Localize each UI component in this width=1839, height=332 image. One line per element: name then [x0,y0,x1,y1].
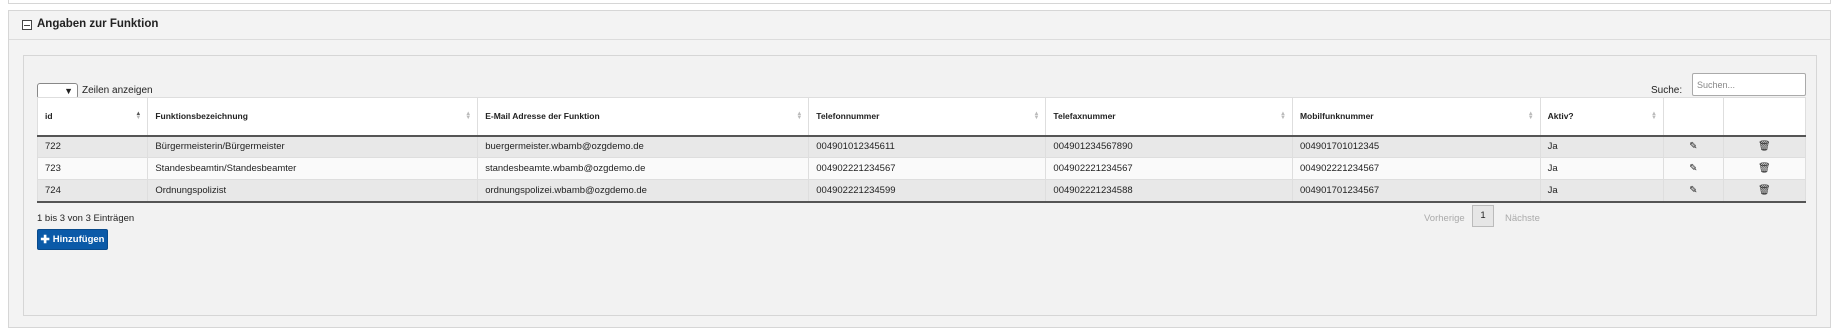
sort-icon: ▲ ▼ [1527,111,1534,121]
table-info: 1 bis 3 von 3 Einträgen [37,213,135,224]
previous-panel-edge [8,0,1831,4]
column-header-telefax[interactable]: Telefaxnummer ▲ ▼ [1045,97,1293,137]
column-header-telefon[interactable]: Telefonnummer ▲ ▼ [808,97,1047,137]
sort-icon: ▲ ▼ [1650,111,1657,121]
trash-icon[interactable]: 🗑 [1722,179,1807,203]
cell-funktion: Ordnungspolizist [147,179,479,203]
search-label: Suche: [1651,85,1683,96]
column-header-email[interactable]: E-Mail Adresse der Funktion ▲ ▼ [477,97,810,137]
sort-icon: ▲ ▼ [1033,111,1040,121]
cell-funktion: Bürgermeisterin/Bürgermeister [147,135,479,158]
sort-icon: ▲ ▼ [796,111,803,121]
column-header-label: Mobilfunknummer [1299,111,1374,122]
cell-mobil: 004901701234567 [1291,179,1541,203]
cell-email: buergermeister.wbamb@ozgdemo.de [477,135,810,158]
column-header-edit [1662,97,1724,137]
cell-telefax: 00490123456789​0 [1045,135,1293,158]
cell-telefon: 004901012345611 [808,135,1047,158]
cell-aktiv: Ja [1539,179,1664,203]
cell-telefax: 004902221234588 [1045,179,1293,203]
pencil-icon[interactable]: ✎ [1662,135,1724,158]
plus-icon: ✚ [40,234,50,246]
cell-telefon: 00490222123456​7 [808,157,1047,180]
function-table: id ▲ ▼ Funktionsbezeichnung ▲ ▼ E-Mail Adres… [36,97,1807,203]
sort-icon: ▲ ▼ [135,111,142,121]
pagination-next[interactable]: Nächste [1505,213,1540,224]
cell-id: 722 [36,135,149,158]
column-header-label: Aktiv? [1547,111,1574,122]
column-header-label: Telefaxnummer [1053,111,1116,122]
pencil-icon[interactable]: ✎ [1662,157,1724,180]
cell-id: 724 [36,179,149,203]
cell-telefon: 004902221234599 [808,179,1047,203]
column-header-label: Funktionsbezeichnung [155,111,248,122]
table-row[interactable]: 722 Bürgermeisterin/Bürgermeister buerge… [36,135,1807,158]
pagination-previous[interactable]: Vorherige [1424,213,1465,224]
column-header-funktion[interactable]: Funktionsbezeichnung ▲ ▼ [147,97,479,137]
sort-icon: ▲ ▼ [1279,111,1286,121]
panel-header[interactable]: Angaben zur Funktion [9,11,1830,40]
cell-email: standesbeamte.wbamb@ozgdemo.de [477,157,810,180]
column-header-delete [1722,97,1807,137]
column-header-label: Telefonnummer [816,111,880,122]
cell-mobil: 004902221234567 [1291,157,1541,180]
table-wrapper: ▼ Zeilen anzeigen Suche: id ▲▼ Funktionsb… [23,55,1817,316]
cell-aktiv: Ja [1539,157,1664,180]
trash-icon[interactable]: 🗑 [1722,135,1807,158]
cell-funktion: Standesbeamtin/Standesbeamter [147,157,479,180]
pencil-icon[interactable]: ✎ [1662,179,1724,203]
add-button-label: Hinzufügen [52,234,105,245]
function-panel: Angaben zur Funktion ▼ Zeilen anzeigen S… [8,10,1831,328]
cell-aktiv: Ja [1539,135,1664,158]
page-length-label: Zeilen anzeigen [82,85,153,96]
column-header-label: E-Mail Adresse der Funktion [485,111,600,122]
cell-mobil: 004901701012345 [1291,135,1541,158]
pagination-page-1[interactable]: 1 [1472,205,1494,227]
search-input[interactable] [1692,73,1806,96]
column-header-label: id [45,111,53,122]
panel-title: Angaben zur Funktion [37,18,159,30]
column-header-id[interactable]: id ▲ ▼ [36,97,149,137]
table-header-row: id ▲ ▼ Funktionsbezeichnung ▲ ▼ E-Mail Adres… [36,97,1807,137]
cell-id: 723 [36,157,149,180]
chevron-down-icon: ▼ [64,86,73,96]
sort-icon: ▲ ▼ [465,111,472,121]
column-header-aktiv[interactable]: Aktiv? ▲ ▼ [1539,97,1664,137]
cell-email: ordnungspolizei.wbamb@ozgdemo.de [477,179,810,203]
minus-square-icon[interactable] [22,20,32,30]
add-button[interactable]: ✚ Hinzufügen [37,229,108,250]
table-row[interactable]: 723 Standesbeamtin/Standesbeamter stande… [36,157,1807,180]
table-row[interactable]: 724 Ordnungspolizist ordnungspolizei.wba… [36,179,1807,203]
column-header-mobil[interactable]: Mobilfunknummer ▲ ▼ [1291,97,1541,137]
trash-icon[interactable]: 🗑 [1722,157,1807,180]
cell-telefax: 004902221234567 [1045,157,1293,180]
